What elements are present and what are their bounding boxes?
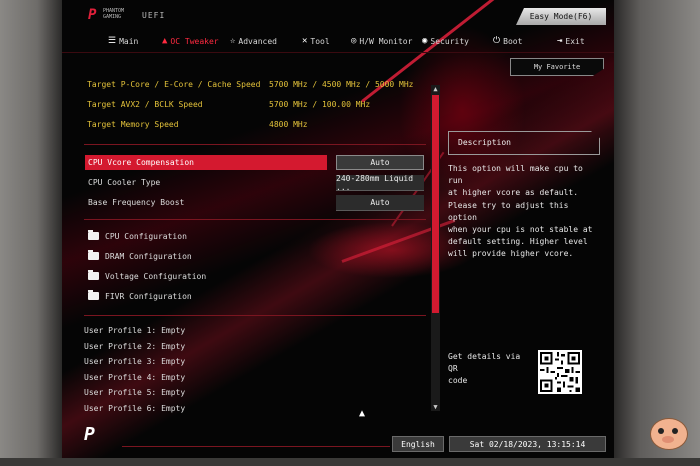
user-profile-6[interactable]: User Profile 6: Empty <box>84 404 185 416</box>
easy-mode-button[interactable]: Easy Mode(F6) <box>516 8 606 25</box>
tab-boot-label: Boot <box>503 36 523 46</box>
submenu-label: Voltage Configuration <box>105 271 207 281</box>
folder-icon <box>88 290 99 300</box>
option-cpu-cooler-type[interactable]: CPU Cooler Type <box>85 175 327 190</box>
description-text: This option will make cpu to run at high… <box>448 164 593 259</box>
nav-divider <box>62 52 614 53</box>
submenu-dram-configuration[interactable]: DRAM Configuration <box>88 249 192 263</box>
monitor-bezel-bottom <box>0 458 700 466</box>
power-icon: ⏻ <box>493 36 501 46</box>
option-label: CPU Cooler Type <box>88 178 161 187</box>
info-label-target-core-speed: Target P-Core / E-Core / Cache Speed <box>87 80 261 89</box>
option-base-frequency-boost[interactable]: Base Frequency Boost <box>85 195 327 210</box>
scroll-thumb[interactable] <box>432 95 439 313</box>
option-value-cpu-vcore-compensation[interactable]: Auto <box>336 155 424 170</box>
description-panel: Description This option will make cpu to… <box>448 131 604 411</box>
tab-oc-tweaker-label: OC Tweaker <box>170 36 219 46</box>
info-value-target-core-speed: 5700 MHz / 4500 MHz / 5000 MHz <box>269 80 414 89</box>
mascot-snout <box>662 436 674 443</box>
tab-oc-tweaker[interactable]: ▲ OC Tweaker <box>162 33 219 49</box>
exit-icon: ⇥ <box>557 36 563 46</box>
option-label: CPU Vcore Compensation <box>88 158 194 167</box>
tab-boot[interactable]: ⏻ Boot <box>493 33 522 49</box>
mouse-cursor-icon: ▲ <box>359 408 366 419</box>
tab-advanced-label: Advanced <box>238 36 277 46</box>
option-label: Base Frequency Boost <box>88 198 185 207</box>
user-profile-2[interactable]: User Profile 2: Empty <box>84 342 185 354</box>
logo-uefi: UEFI <box>142 11 166 20</box>
logo-brand-text: PHANTOM GAMING <box>103 8 133 20</box>
tab-main[interactable]: ☰ Main <box>108 33 138 49</box>
submenu-cpu-configuration[interactable]: CPU Configuration <box>88 229 187 243</box>
description-title: Description <box>458 138 511 147</box>
language-button[interactable]: English <box>392 436 444 452</box>
bios-screen: P PHANTOM GAMING UEFI Easy Mode(F6) ☰ Main… <box>62 0 614 458</box>
tab-exit[interactable]: ⇥ Exit <box>557 33 585 49</box>
date-time-display[interactable]: Sat 02/18/2023, 13:15:14 <box>449 436 606 452</box>
folder-icon <box>88 270 99 280</box>
section-divider <box>84 144 426 145</box>
scroll-up-arrow-icon[interactable]: ▲ <box>431 85 440 93</box>
flame-icon: ▲ <box>162 36 168 46</box>
tools-icon: ✕ <box>302 36 308 46</box>
submenu-label: CPU Configuration <box>105 231 187 241</box>
option-value-cpu-cooler-type[interactable]: 240-280mm Liquid ... <box>336 174 424 192</box>
footer-divider <box>122 446 390 447</box>
submenu-label: FIVR Configuration <box>105 291 192 301</box>
phantom-gaming-footer-logo-icon: P <box>84 424 95 445</box>
monitor-bezel-left <box>0 0 62 466</box>
monitor-icon: ◎ <box>351 36 357 46</box>
tab-hw-monitor-label: H/W Monitor <box>359 36 413 46</box>
user-profile-3[interactable]: User Profile 3: Empty <box>84 357 185 369</box>
tab-exit-label: Exit <box>565 36 585 46</box>
user-profile-1[interactable]: User Profile 1: Empty <box>84 326 185 338</box>
info-value-target-memory-speed: 4800 MHz <box>269 120 308 129</box>
shield-icon: ◉ <box>422 36 428 46</box>
scrollbar[interactable]: ▲ ▼ <box>431 85 440 411</box>
mascot-eye <box>658 428 664 434</box>
tab-tool[interactable]: ✕ Tool <box>302 33 330 49</box>
qr-code-icon <box>538 350 582 394</box>
tab-tool-label: Tool <box>310 36 330 46</box>
folder-icon <box>88 230 99 240</box>
submenu-fivr-configuration[interactable]: FIVR Configuration <box>88 289 192 303</box>
tab-hw-monitor[interactable]: ◎ H/W Monitor <box>351 33 412 49</box>
user-profile-4[interactable]: User Profile 4: Empty <box>84 373 185 385</box>
scroll-down-arrow-icon[interactable]: ▼ <box>431 403 440 411</box>
pig-mascot-watermark-icon <box>646 414 690 458</box>
info-label-target-avx2-bclk: Target AVX2 / BCLK Speed <box>87 100 203 109</box>
phantom-gaming-logo-icon: P <box>88 7 97 23</box>
logo-brand-line2: GAMING <box>103 14 122 20</box>
phantom-gaming-logo: P PHANTOM GAMING UEFI <box>88 6 178 26</box>
tab-security-label: Security <box>430 36 469 46</box>
option-value-base-frequency-boost[interactable]: Auto <box>336 195 424 211</box>
tab-security[interactable]: ◉ Security <box>422 33 469 49</box>
section-divider <box>84 315 426 316</box>
submenu-label: DRAM Configuration <box>105 251 192 261</box>
main-nav: ☰ Main ▲ OC Tweaker ☆ Advanced ✕ Tool ◎ H/W M… <box>102 33 612 49</box>
tab-advanced[interactable]: ☆ Advanced <box>230 33 277 49</box>
folder-icon <box>88 250 99 260</box>
section-divider <box>84 219 426 220</box>
mascot-head <box>650 418 688 450</box>
info-label-target-memory-speed: Target Memory Speed <box>87 120 179 129</box>
star-icon: ☆ <box>230 36 236 46</box>
user-profile-5[interactable]: User Profile 5: Empty <box>84 388 185 400</box>
info-value-target-avx2-bclk: 5700 MHz / 100.00 MHz <box>269 100 371 109</box>
monitor-bezel-right <box>614 0 700 466</box>
tab-main-label: Main <box>119 36 139 46</box>
option-cpu-vcore-compensation[interactable]: CPU Vcore Compensation <box>85 155 327 170</box>
my-favorite-button[interactable]: My Favorite <box>510 58 604 76</box>
qr-caption: Get details via QR code <box>448 352 521 385</box>
list-icon: ☰ <box>108 36 117 46</box>
submenu-voltage-configuration[interactable]: Voltage Configuration <box>88 269 206 283</box>
mascot-eye <box>672 428 678 434</box>
